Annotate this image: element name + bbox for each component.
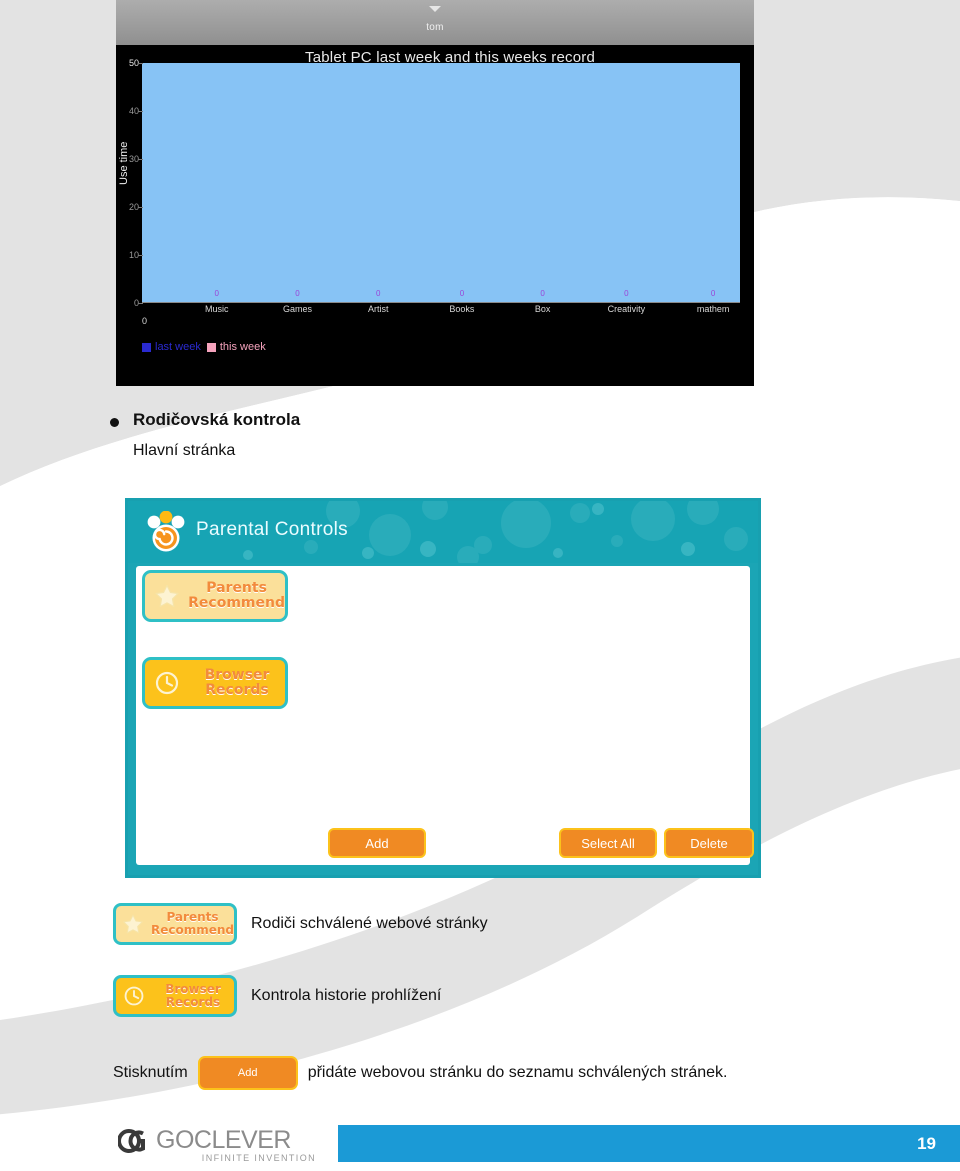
parental-controls-header: Parental Controls	[128, 501, 758, 563]
page-number: 19	[917, 1133, 936, 1153]
clock-icon	[145, 670, 189, 696]
chart-x-axis-ticks: Music Games Artist Books Box Creativity …	[142, 304, 740, 326]
bullet-row: Rodičovská kontrola	[110, 410, 300, 430]
bullet-dot-icon	[110, 418, 119, 427]
android-status-bar: tom	[116, 0, 754, 45]
data-label: 0	[540, 289, 545, 298]
data-label: 0	[295, 289, 300, 298]
legend-label: last week	[155, 341, 201, 353]
data-label: 0	[459, 289, 465, 298]
star-icon	[116, 913, 151, 935]
y-tick: 20	[116, 202, 143, 212]
data-label: 0	[375, 289, 381, 298]
legend-swatch-icon	[206, 342, 216, 352]
data-label: 0	[214, 289, 219, 298]
caption-text: Rodiči schválené webové stránky	[251, 915, 488, 932]
current-user-label: tom	[426, 22, 444, 33]
label-line-2: Records	[205, 682, 269, 698]
delete-button[interactable]: Delete	[664, 828, 754, 858]
chart-data-labels: 0 0 0 0 0 0 0	[142, 289, 740, 301]
legend-swatch-icon	[142, 342, 151, 352]
chart-plot-area	[142, 63, 740, 303]
parental-controls-content-panel: Parents Recommend Browser Records Add Se…	[136, 566, 754, 865]
parents-recommend-button[interactable]: Parents Recommend	[142, 570, 288, 622]
page-subtitle: Hlavní stránka	[133, 442, 236, 459]
star-icon	[145, 583, 188, 609]
tablet-chart-screenshot: tom Tablet PC last week and this weeks r…	[116, 0, 754, 386]
label-line-2: Recommend	[150, 923, 234, 937]
clock-icon	[116, 985, 152, 1007]
label-line-1: Browser	[204, 667, 270, 684]
parents-recommend-label: Parents Recommend	[188, 581, 285, 610]
caption-row-parents-recommend: Parents Recommend Rodiči schválené webov…	[113, 903, 488, 945]
page-title: Rodičovská kontrola	[133, 410, 301, 429]
logo-lockup: GOCLEVER	[118, 1126, 318, 1155]
legend-item-last-week: last week	[142, 341, 201, 353]
y-tick: 40	[116, 106, 143, 116]
instruction-text-after: přidáte webovou stránku do seznamu schvá…	[307, 1064, 728, 1081]
parental-controls-screenshot: Parental Controls Parents Recommend Brow…	[125, 498, 761, 878]
caption-text: Kontrola historie prohlížení	[251, 987, 442, 1004]
y-tick: 10	[116, 250, 143, 260]
legend-label: this week	[219, 341, 266, 353]
parents-recommend-button-thumbnail[interactable]: Parents Recommend	[113, 903, 237, 945]
y-tick: 30	[116, 154, 143, 164]
instruction-sentence: Stisknutím Add přidáte webovou stránku d…	[113, 1056, 727, 1090]
data-label: 0	[624, 289, 629, 298]
x-tick: Games	[282, 304, 312, 314]
select-all-button[interactable]: Select All	[559, 828, 657, 858]
instruction-text-before: Stisknutím	[113, 1064, 188, 1081]
label-line-1: Parents	[206, 580, 267, 597]
paw-print-icon	[147, 511, 185, 552]
chart-y-axis-ticks: 50 40 30 20 10 0	[116, 45, 143, 386]
y-tick: 0	[116, 298, 143, 308]
browser-records-button-thumbnail[interactable]: Browser Records	[113, 975, 237, 1017]
x-tick: Music	[204, 304, 229, 314]
chart-legend: last week this week	[142, 341, 266, 353]
x-tick: Box	[534, 304, 551, 314]
browser-records-label: Browser Records	[189, 668, 285, 697]
page-footer: GOCLEVER INFINITE INVENTION 19	[0, 1115, 960, 1171]
label-line-2: Records	[165, 995, 221, 1009]
caption-row-browser-records: Browser Records Kontrola historie prohlí…	[113, 975, 441, 1017]
parental-controls-title: Parental Controls	[196, 519, 348, 540]
section-heading-block: Rodičovská kontrola Hlavní stránka	[110, 410, 300, 460]
x-tick: Artist	[367, 304, 389, 314]
chart-x-axis-line	[142, 302, 740, 303]
data-label: 0	[710, 289, 716, 298]
chart-canvas: Tablet PC last week and this weeks recor…	[116, 45, 754, 386]
parents-recommend-label: Parents Recommend	[151, 911, 234, 936]
label-line-2: Recommend	[188, 595, 285, 611]
logo-tagline: INFINITE INVENTION	[201, 1153, 316, 1163]
y-tick: 50	[116, 58, 143, 68]
x-tick: mathem	[696, 304, 730, 314]
x-tick: Creativity	[607, 304, 646, 314]
add-button-thumbnail[interactable]: Add	[197, 1056, 298, 1090]
legend-item-this-week: this week	[206, 341, 266, 353]
browser-records-button[interactable]: Browser Records	[142, 657, 288, 709]
footer-bar: 19	[338, 1125, 960, 1162]
go-mark-icon	[118, 1128, 145, 1153]
logo-wordmark: GOCLEVER	[156, 1126, 291, 1154]
browser-records-label: Browser Records	[152, 983, 234, 1008]
add-button[interactable]: Add	[328, 828, 426, 858]
goclever-logo: GOCLEVER INFINITE INVENTION	[118, 1126, 318, 1163]
chevron-down-icon[interactable]	[429, 6, 441, 12]
x-tick: Books	[449, 304, 475, 314]
